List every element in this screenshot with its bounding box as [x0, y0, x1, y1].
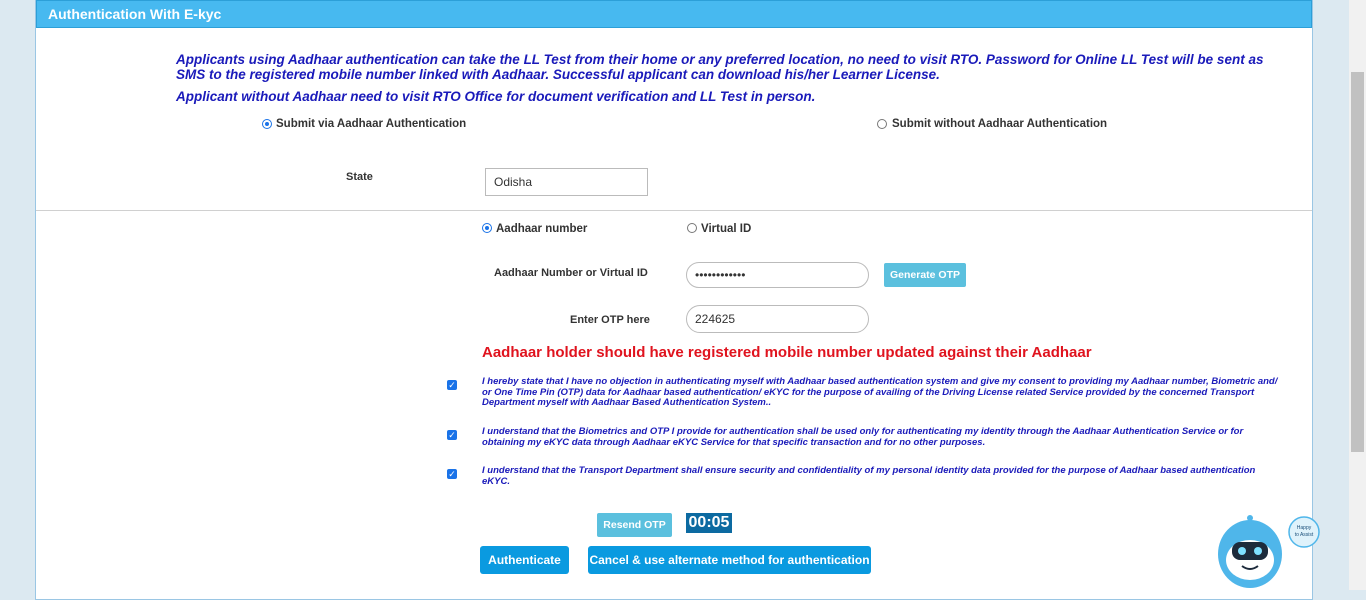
aadhaar-number-label: Aadhaar Number or Virtual ID: [494, 267, 648, 279]
otp-label: Enter OTP here: [570, 314, 650, 326]
panel-header: Authentication With E-kyc: [36, 0, 1312, 28]
radio-aadhaar-number[interactable]: [482, 223, 492, 233]
authenticate-button[interactable]: Authenticate: [480, 546, 569, 574]
state-field[interactable]: [485, 168, 648, 196]
submit-without-aadhaar-label[interactable]: Submit without Aadhaar Authentication: [892, 118, 1107, 130]
aadhaar-number-input[interactable]: [686, 262, 869, 288]
robot-icon: Happy to Assist: [1218, 515, 1320, 588]
virtual-id-option-label[interactable]: Virtual ID: [701, 223, 751, 235]
scrollbar-thumb[interactable]: [1351, 72, 1364, 452]
cancel-alternate-method-button[interactable]: Cancel & use alternate method for authen…: [588, 546, 871, 574]
declaration-text-1: I hereby state that I have no objection …: [482, 376, 1278, 408]
generate-otp-button[interactable]: Generate OTP: [884, 263, 966, 287]
radio-virtual-id[interactable]: [687, 223, 697, 233]
non-aadhaar-info-text: Applicant without Aadhaar need to visit …: [176, 89, 816, 104]
mobile-warning: Aadhaar holder should have registered mo…: [482, 344, 1092, 361]
declaration-checkbox-1[interactable]: ✓: [447, 380, 457, 390]
chatbot-widget[interactable]: Happy to Assist: [1212, 512, 1322, 592]
chatbot-bubble-line1: Happy: [1297, 525, 1312, 531]
aadhaar-info-text: Applicants using Aadhaar authentication …: [176, 52, 1264, 82]
ekyc-panel: Authentication With E-kyc Applicants usi…: [35, 0, 1313, 600]
declaration-checkbox-3[interactable]: ✓: [447, 469, 457, 479]
state-label: State: [346, 171, 373, 183]
radio-submit-without-aadhaar[interactable]: [877, 119, 887, 129]
declaration-text-3: I understand that the Transport Departme…: [482, 465, 1256, 487]
otp-timer: 00:05: [686, 513, 732, 533]
radio-submit-via-aadhaar[interactable]: [262, 119, 272, 129]
declaration-checkbox-2[interactable]: ✓: [447, 430, 457, 440]
aadhaar-number-option-label[interactable]: Aadhaar number: [496, 223, 587, 235]
section-divider: [36, 210, 1312, 211]
chatbot-bubble-line2: to Assist: [1295, 532, 1314, 538]
otp-input[interactable]: [686, 305, 869, 333]
declaration-text-2: I understand that the Biometrics and OTP…: [482, 426, 1244, 448]
resend-otp-button[interactable]: Resend OTP: [597, 513, 672, 537]
submit-via-aadhaar-label[interactable]: Submit via Aadhaar Authentication: [276, 118, 466, 130]
